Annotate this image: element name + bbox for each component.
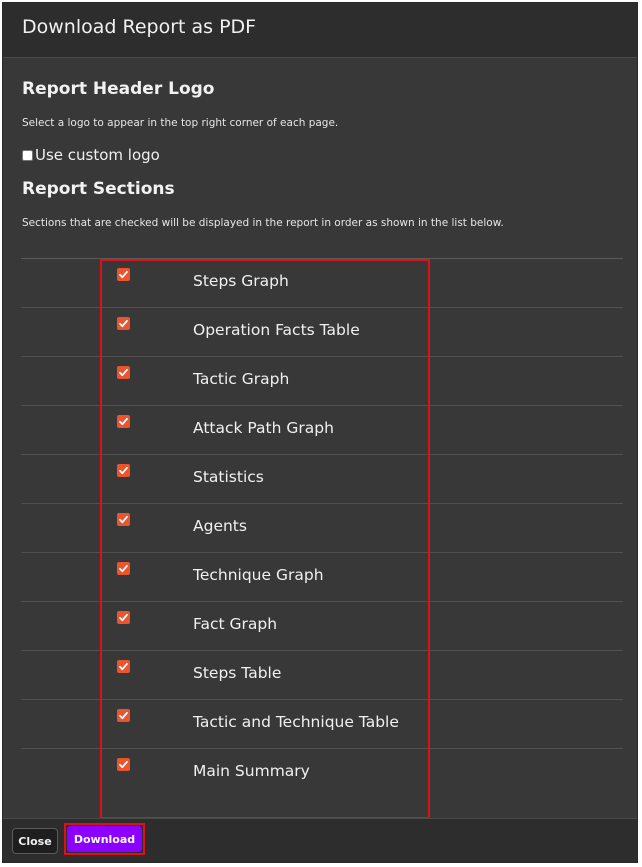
section-label: Main Summary [193, 762, 310, 780]
section-label: Technique Graph [193, 566, 324, 584]
section-checkbox[interactable] [117, 366, 130, 379]
checkmark-icon [119, 662, 128, 671]
custom-logo-label: Use custom logo [35, 146, 160, 164]
logo-section-help: Select a logo to appear in the top right… [22, 117, 339, 129]
section-checkbox[interactable] [117, 758, 130, 771]
section-row: Attack Path Graph [21, 406, 623, 455]
report-sections-help: Sections that are checked will be displa… [22, 217, 504, 229]
report-sections-table: Steps Graph Operation Facts Table Tactic… [21, 258, 623, 809]
section-checkbox[interactable] [117, 415, 130, 428]
section-label: Statistics [193, 468, 264, 486]
checkmark-icon [119, 564, 128, 573]
checkmark-icon [119, 319, 128, 328]
section-label: Steps Graph [193, 272, 289, 290]
custom-logo-option[interactable]: Use custom logo [22, 146, 160, 164]
section-row: Operation Facts Table [21, 308, 623, 357]
modal-title: Download Report as PDF [22, 16, 257, 38]
section-checkbox[interactable] [117, 464, 130, 477]
section-label: Agents [193, 517, 247, 535]
section-checkbox[interactable] [117, 611, 130, 624]
logo-section-title: Report Header Logo [22, 79, 215, 99]
checkmark-icon [119, 613, 128, 622]
section-checkbox[interactable] [117, 317, 130, 330]
close-button[interactable]: Close [12, 828, 58, 854]
section-checkbox[interactable] [117, 660, 130, 673]
section-checkbox[interactable] [117, 709, 130, 722]
download-button[interactable]: Download [67, 826, 142, 852]
modal-footer: Close Download [3, 818, 637, 862]
section-row: Statistics [21, 455, 623, 504]
section-label: Steps Table [193, 664, 282, 682]
section-row: Technique Graph [21, 553, 623, 602]
section-row: Main Summary [21, 749, 623, 809]
section-label: Operation Facts Table [193, 321, 360, 339]
checkmark-icon [119, 466, 128, 475]
section-label: Attack Path Graph [193, 419, 334, 437]
checkmark-icon [119, 760, 128, 769]
checkmark-icon [119, 417, 128, 426]
section-row: Tactic and Technique Table [21, 700, 623, 749]
checkmark-icon [119, 270, 128, 279]
section-row: Steps Graph [21, 259, 623, 308]
download-highlight-box: Download [64, 823, 145, 855]
section-checkbox[interactable] [117, 513, 130, 526]
section-row: Steps Table [21, 651, 623, 700]
section-label: Fact Graph [193, 615, 278, 633]
report-sections-title: Report Sections [22, 179, 175, 199]
modal-header: Download Report as PDF [3, 3, 637, 58]
section-checkbox[interactable] [117, 268, 130, 281]
checkmark-icon [119, 515, 128, 524]
checkmark-icon [119, 368, 128, 377]
section-row: Tactic Graph [21, 357, 623, 406]
download-report-modal: Download Report as PDF Report Header Log… [2, 2, 638, 863]
section-row: Agents [21, 504, 623, 553]
section-checkbox[interactable] [117, 562, 130, 575]
section-label: Tactic Graph [193, 370, 290, 388]
section-row: Fact Graph [21, 602, 623, 651]
checkmark-icon [119, 711, 128, 720]
section-label: Tactic and Technique Table [193, 713, 399, 731]
custom-logo-checkbox[interactable] [22, 149, 33, 161]
